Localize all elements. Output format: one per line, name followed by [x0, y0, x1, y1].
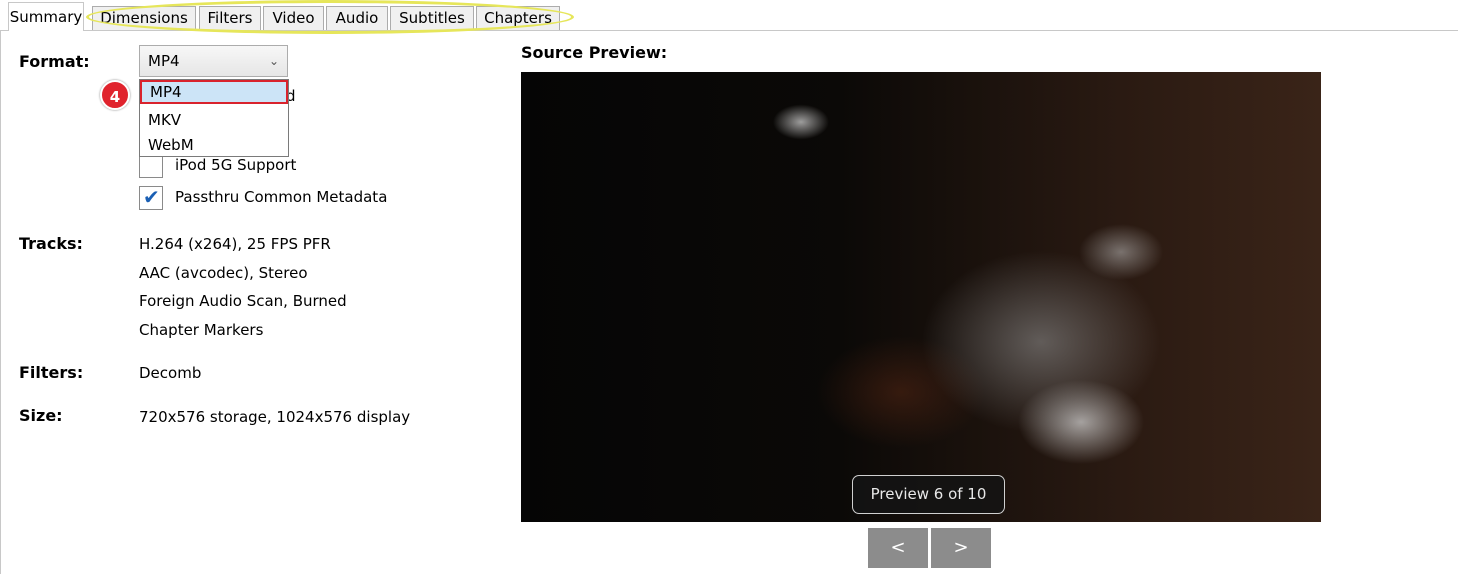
tab-divider	[0, 30, 1458, 31]
format-select[interactable]: MP4 ⌄	[139, 45, 288, 77]
filters-value: Decomb	[139, 364, 202, 382]
tab-bar: Summary Dimensions Filters Video Audio S…	[0, 0, 1458, 34]
tab-dimensions[interactable]: Dimensions	[92, 6, 196, 30]
tab-chapters[interactable]: Chapters	[476, 6, 560, 30]
format-option-mp4[interactable]: MP4	[140, 80, 288, 104]
track-chapters: Chapter Markers	[139, 321, 264, 339]
source-preview-image	[521, 72, 1321, 522]
track-subtitles: Foreign Audio Scan, Burned	[139, 292, 347, 310]
preview-next-button[interactable]: >	[931, 528, 991, 568]
tracks-label: Tracks:	[19, 234, 83, 253]
chevron-down-icon: ⌄	[268, 54, 279, 68]
filters-label: Filters:	[19, 363, 84, 382]
format-selected-value: MP4	[148, 52, 180, 70]
size-value: 720x576 storage, 1024x576 display	[139, 408, 411, 426]
passthru-metadata-checkbox[interactable]: ✔	[139, 185, 163, 210]
format-option-webm[interactable]: WebM	[140, 133, 288, 157]
tab-filters[interactable]: Filters	[199, 6, 261, 30]
ipod-support-checkbox[interactable]	[139, 154, 163, 178]
format-option-mkv[interactable]: MKV	[140, 108, 288, 132]
size-label: Size:	[19, 406, 63, 425]
preview-counter: Preview 6 of 10	[852, 475, 1005, 514]
step-badge: 4	[100, 80, 130, 110]
track-audio: AAC (avcodec), Stereo	[139, 264, 308, 282]
preview-prev-button[interactable]: <	[868, 528, 928, 568]
ipod-support-label: iPod 5G Support	[175, 156, 297, 174]
panel-border	[0, 31, 1, 574]
tab-video[interactable]: Video	[263, 6, 324, 30]
format-label: Format:	[19, 52, 90, 71]
tab-summary[interactable]: Summary	[8, 2, 84, 31]
passthru-metadata-label: Passthru Common Metadata	[175, 188, 388, 206]
checkmark-icon: ✔	[143, 185, 160, 209]
tab-audio[interactable]: Audio	[326, 6, 388, 30]
source-preview-title: Source Preview:	[521, 43, 668, 62]
tab-subtitles[interactable]: Subtitles	[390, 6, 474, 30]
format-dropdown-list: MP4 MKV WebM	[139, 79, 289, 157]
track-video: H.264 (x264), 25 FPS PFR	[139, 235, 331, 253]
